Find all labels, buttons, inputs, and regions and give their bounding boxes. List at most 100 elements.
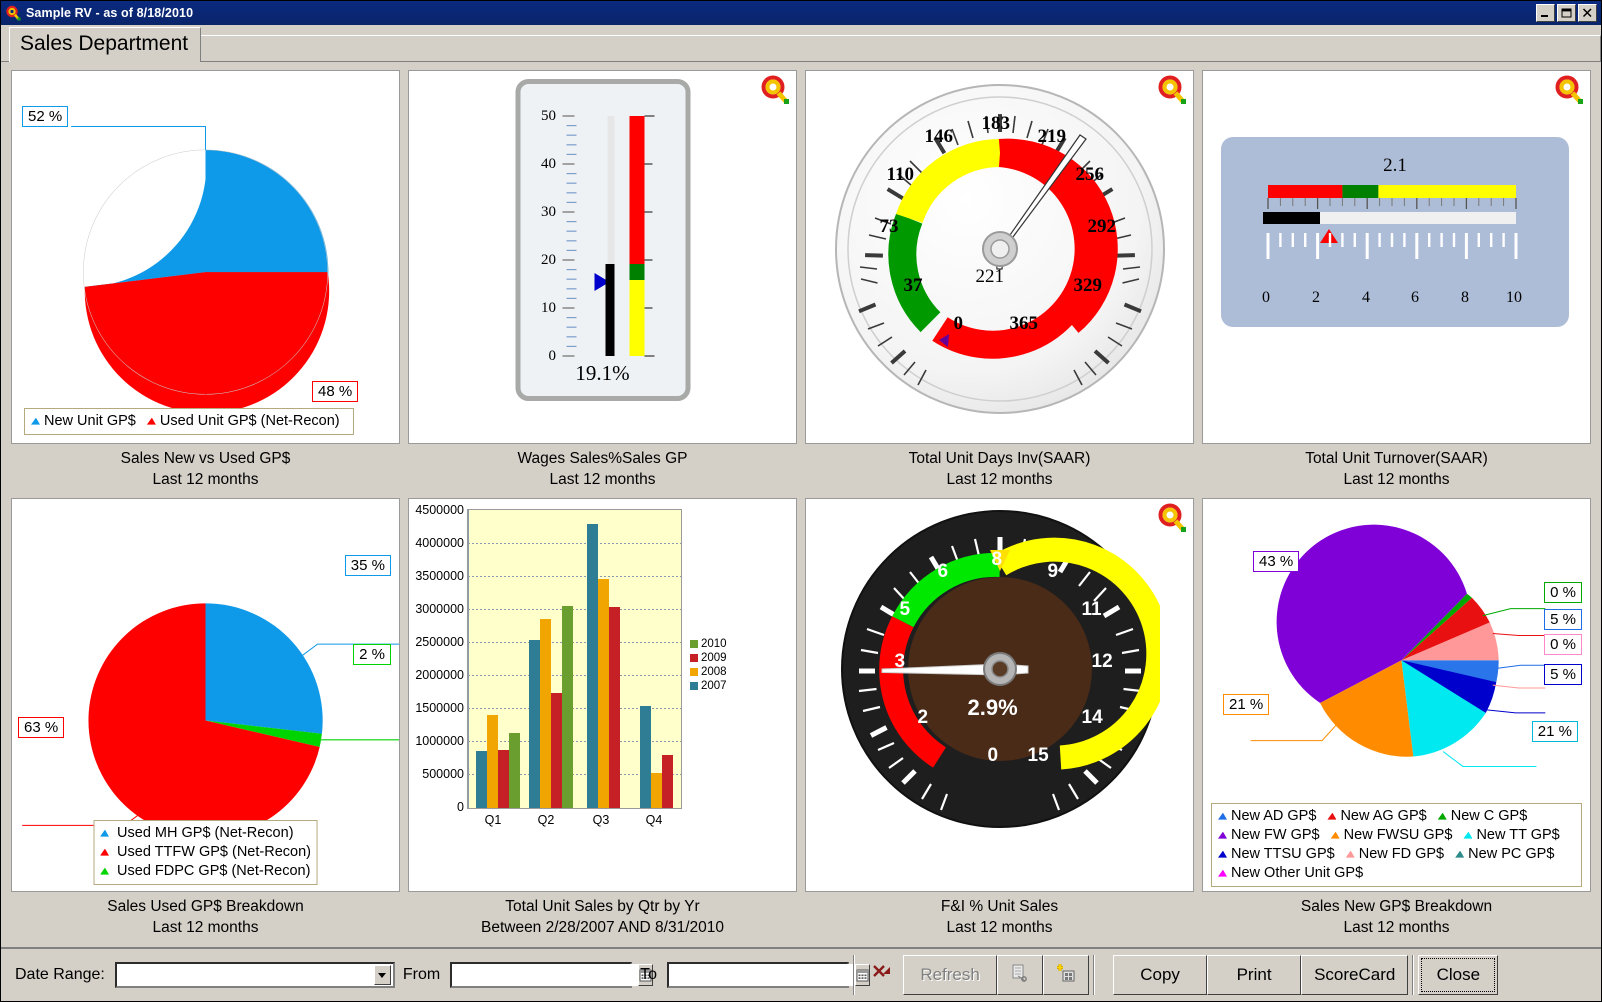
pie-slice-label-new-fwsu: 21 % <box>1223 693 1270 715</box>
from-date-field[interactable] <box>450 962 654 988</box>
from-date-input[interactable] <box>452 964 639 986</box>
legend-item-new-c: New C GP$ <box>1437 807 1527 826</box>
legend-item-2007: 2007 <box>690 679 727 693</box>
legend-row: New AD GP$ New AG GP$ New C GP$ <box>1218 807 1575 826</box>
print-label: Print <box>1236 965 1272 984</box>
dashboard-cell-fi-pct-unit-sales: 0 2 3 5 6 8 9 11 12 14 15 2.9% F&I % Uni… <box>805 497 1194 946</box>
panel-caption-fi-pct-unit-sales: F&I % Unit Sales Last 12 months <box>805 891 1194 946</box>
window-title: Sample RV - as of 8/18/2010 <box>26 6 194 20</box>
legend-swatch-icon <box>690 639 698 648</box>
drilldown-magnifier-icon[interactable] <box>1553 74 1585 106</box>
minimize-button[interactable] <box>1536 4 1555 22</box>
to-date-field[interactable] <box>667 962 871 988</box>
to-date-input[interactable] <box>669 964 856 986</box>
tab-sales-department[interactable]: Sales Department <box>9 27 202 62</box>
drilldown-magnifier-icon[interactable] <box>1156 502 1188 534</box>
date-range-combobox[interactable] <box>114 962 395 988</box>
bar-ytick-4500000: 4500000 <box>415 502 464 517</box>
dashboard-cell-sales-new-gp-breakdown: 43 % 0 % 5 % 0 % 5 % 21 % 21 % New AD GP… <box>1202 497 1591 946</box>
legend-swatch-icon <box>31 417 40 425</box>
legend-swatch-icon <box>1218 850 1227 858</box>
tab-strip-filler <box>200 35 1601 61</box>
gauge-tick-0: 0 <box>987 744 999 766</box>
legend-item-2008: 2008 <box>690 665 727 679</box>
legend-item-new-ag: New AG GP$ <box>1327 807 1427 826</box>
scorecard-button[interactable]: ScoreCard <box>1301 955 1409 995</box>
add-item-button[interactable] <box>1043 955 1090 995</box>
legend-swatch-icon <box>100 848 110 856</box>
panel-sales-new-gp-breakdown[interactable]: 43 % 0 % 5 % 0 % 5 % 21 % 21 % New AD GP… <box>1202 497 1591 892</box>
bar-xtick-q2: Q2 <box>537 812 555 827</box>
pie-slice-label-new-c: 0 % <box>1544 581 1582 603</box>
export-button[interactable] <box>997 955 1044 995</box>
grid-line <box>468 641 681 643</box>
pie-slice-label-new-fw: 43 % <box>1253 550 1300 572</box>
from-label: From <box>402 966 441 983</box>
legend-swatch-icon <box>690 667 698 676</box>
gauge-tick-37: 37 <box>903 275 923 296</box>
panel-fi-pct-unit-sales[interactable]: 0 2 3 5 6 8 9 11 12 14 15 2.9% <box>805 497 1194 892</box>
close-button[interactable] <box>1578 4 1597 22</box>
legend-label: Used TTFW GP$ (Net-Recon) <box>117 843 311 860</box>
gauge-tick-219: 219 <box>1037 126 1067 147</box>
legend-item-new-fwsu: New FWSU GP$ <box>1330 826 1452 845</box>
toolbar-separator <box>853 955 856 995</box>
legend-swatch-icon <box>1463 831 1473 839</box>
gauge-value-label: 2.9% <box>967 694 1018 720</box>
dashboard-cell-total-unit-turnover: 2.1 0 2 4 6 8 10 Total Unit Turnover(SAA… <box>1202 70 1591 498</box>
chevron-down-icon[interactable] <box>373 965 391 985</box>
refresh-button[interactable]: Refresh <box>903 955 998 995</box>
bar-q1-2009 <box>498 749 509 808</box>
panel-total-unit-days-inv[interactable]: 0 37 73 110 146 183 219 256 292 329 365 … <box>805 70 1194 444</box>
pie-slice-label-used-unit: 48 % <box>312 381 359 402</box>
clear-filter-button[interactable] <box>859 955 903 995</box>
legend-row: New Other Unit GP$ <box>1218 864 1575 883</box>
caption-subtitle: Last 12 months <box>946 470 1053 488</box>
drilldown-magnifier-icon[interactable] <box>759 74 791 106</box>
panel-total-unit-turnover[interactable]: 2.1 0 2 4 6 8 10 <box>1202 70 1591 444</box>
dashboard-grid: 52 % 48 % New Unit GP$ Used Unit GP$ (Ne… <box>11 70 1591 946</box>
maximize-button[interactable] <box>1557 4 1576 22</box>
bar-ytick-3500000: 3500000 <box>415 568 464 583</box>
close-dialog-button[interactable]: Close <box>1418 955 1499 995</box>
gauge-tick-256: 256 <box>1075 164 1105 185</box>
bar-ytick-4000000: 4000000 <box>415 535 464 550</box>
panel-caption-sales-new-gp-breakdown: Sales New GP$ Breakdown Last 12 months <box>1202 891 1591 946</box>
panel-sales-new-vs-used[interactable]: 52 % 48 % New Unit GP$ Used Unit GP$ (Ne… <box>11 70 400 444</box>
print-button[interactable]: Print <box>1207 955 1302 995</box>
dashboard-cell-sales-new-vs-used: 52 % 48 % New Unit GP$ Used Unit GP$ (Ne… <box>11 70 400 498</box>
caption-subtitle: Last 12 months <box>549 470 656 488</box>
bar-q3-2008 <box>598 579 609 808</box>
copy-label: Copy <box>1140 965 1180 984</box>
application-window: Sample RV - as of 8/18/2010 Sales Depart… <box>0 0 1602 1002</box>
panel-total-unit-sales-by-qtr[interactable]: 4500000 4000000 3500000 3000000 2500000 … <box>408 497 797 892</box>
legend-label: New Other Unit GP$ <box>1231 864 1364 881</box>
panel-wages-sales-pct[interactable]: 50 40 30 20 10 0 19.1% <box>408 70 797 444</box>
legend-label: New TTSU GP$ <box>1231 845 1335 862</box>
copy-button[interactable]: Copy <box>1113 955 1208 995</box>
caption-title: Sales Used GP$ Breakdown <box>107 897 304 915</box>
panel-caption-sales-new-vs-used: Sales New vs Used GP$ Last 12 months <box>11 443 400 498</box>
legend-label: New Unit GP$ <box>44 412 136 429</box>
panel-caption-total-unit-days-inv: Total Unit Days Inv(SAAR) Last 12 months <box>805 443 1194 498</box>
legend-swatch-icon <box>1218 831 1227 839</box>
legend-label: New AD GP$ <box>1231 807 1317 824</box>
bar-q4-2007 <box>640 705 651 808</box>
bar-ytick-500000: 500000 <box>422 766 464 781</box>
dashboard-content: 52 % 48 % New Unit GP$ Used Unit GP$ (Ne… <box>1 62 1601 947</box>
legend-row: New FW GP$ New FWSU GP$ New TT GP$ <box>1218 826 1575 845</box>
legend-label: 2007 <box>701 679 727 692</box>
linear-gauge-tick-8: 8 <box>1461 289 1469 306</box>
caption-title: Sales New vs Used GP$ <box>120 449 291 467</box>
linear-gauge-tick-2: 2 <box>1312 289 1320 306</box>
legend-swatch-icon <box>690 653 698 662</box>
pie-chart-sales-new-vs-used: 52 % 48 % New Unit GP$ Used Unit GP$ (Ne… <box>12 71 399 443</box>
panel-caption-total-unit-sales-by-qtr: Total Unit Sales by Qtr by Yr Between 2/… <box>408 891 797 946</box>
grid-line-vertical <box>468 509 469 808</box>
caption-subtitle: Last 12 months <box>152 470 259 488</box>
linear-gauge-tick-6: 6 <box>1411 289 1419 306</box>
date-range-input[interactable] <box>116 964 374 986</box>
thermometer-value-label: 19.1% <box>575 361 630 385</box>
panel-sales-used-gp-breakdown[interactable]: 35 % 2 % 63 % Used MH GP$ (Net-Recon) Us… <box>11 497 400 892</box>
window-controls <box>1536 4 1599 22</box>
